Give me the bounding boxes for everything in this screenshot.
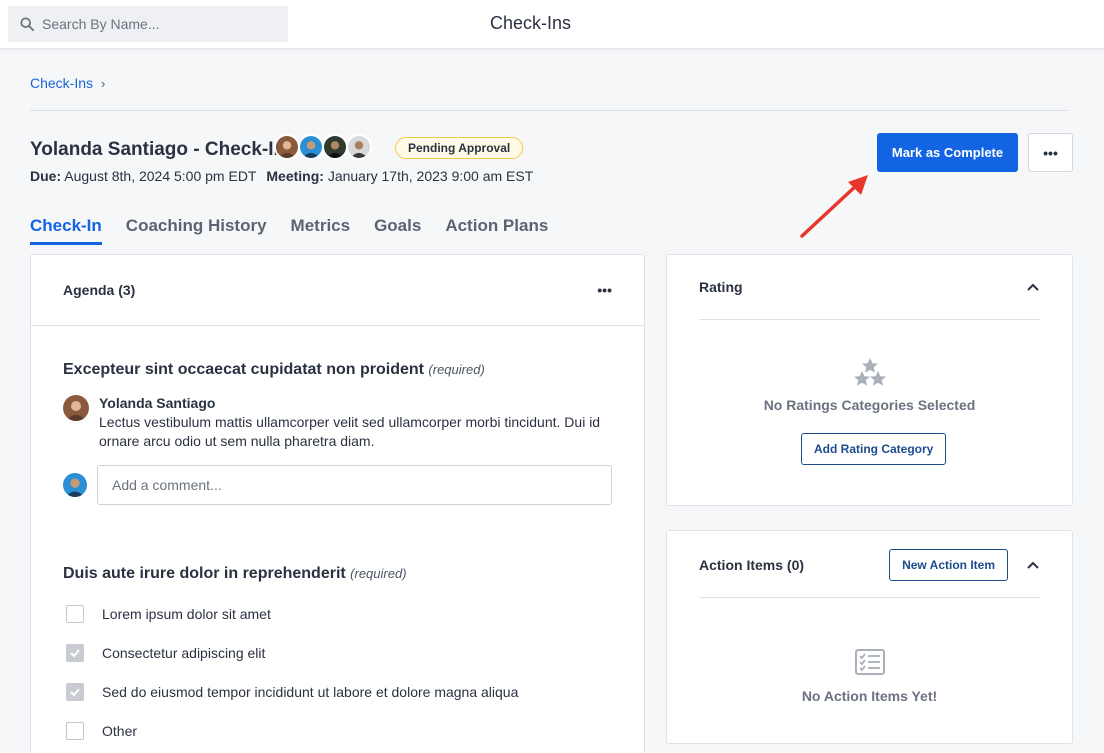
avatar[interactable]: [322, 134, 348, 160]
action-items-controls: New Action Item: [889, 549, 1040, 581]
avatar[interactable]: [346, 134, 372, 160]
comment-text: Lectus vestibulum mattis ullamcorper vel…: [99, 414, 601, 449]
action-items-card: Action Items (0) New Action Item No Acti…: [666, 530, 1073, 744]
divider: [699, 319, 1040, 320]
add-rating-category-button[interactable]: Add Rating Category: [801, 433, 947, 465]
tab-action-plans[interactable]: Action Plans: [445, 216, 548, 245]
question-text: Duis aute irure dolor in reprehenderit: [63, 565, 346, 582]
comment-author: Yolanda Santiago: [99, 395, 216, 411]
breadcrumb-link-check-ins[interactable]: Check-Ins: [30, 75, 93, 91]
required-label: (required): [350, 566, 407, 581]
rating-empty-text: No Ratings Categories Selected: [763, 397, 976, 413]
page-header-title: Check-Ins: [489, 13, 572, 33]
avatar: [63, 395, 89, 421]
stars-icon: [854, 358, 886, 386]
tab-goals[interactable]: Goals: [374, 216, 421, 245]
checkbox-option[interactable]: Other: [66, 722, 137, 740]
annotation-arrow-icon: [800, 175, 868, 238]
action-items-header: Action Items (0) New Action Item: [699, 549, 1040, 581]
checkbox-option[interactable]: Sed do eiusmod tempor incididunt ut labo…: [66, 683, 518, 701]
option-label: Consectetur adipiscing elit: [102, 645, 266, 661]
chevron-up-icon[interactable]: [1026, 280, 1040, 294]
mark-as-complete-button[interactable]: Mark as Complete: [877, 133, 1018, 172]
checkbox-option[interactable]: Consectetur adipiscing elit: [66, 644, 265, 662]
divider: [30, 110, 1067, 111]
tab-check-in[interactable]: Check-In: [30, 216, 102, 245]
checkmark-icon: [70, 649, 80, 658]
question-text: Excepteur sint occaecat cupidatat non pr…: [63, 361, 424, 378]
avatar: [63, 473, 87, 497]
due-label: Due:: [30, 168, 62, 184]
rating-card: Rating No Ratings Categories Selected Ad…: [666, 254, 1073, 506]
option-label: Sed do eiusmod tempor incididunt ut labo…: [102, 684, 519, 700]
avatar[interactable]: [298, 134, 324, 160]
comment: Yolanda Santiago Lectus vestibulum matti…: [63, 395, 603, 451]
meeting-value: January 17th, 2023 9:00 am EST: [327, 168, 534, 184]
status-badge: Pending Approval: [395, 137, 524, 159]
question-title: Duis aute irure dolor in reprehenderit (…: [63, 565, 407, 583]
option-label: Lorem ipsum dolor sit amet: [102, 606, 271, 622]
meeting-label: Meeting:: [266, 168, 324, 184]
checkin-meta: Due: August 8th, 2024 5:00 pm EDT Meetin…: [30, 168, 539, 184]
rating-title: Rating: [699, 279, 743, 295]
add-comment-row: [63, 465, 612, 505]
participant-avatars[interactable]: [274, 134, 372, 160]
checkbox[interactable]: [66, 605, 84, 623]
tab-metrics[interactable]: Metrics: [291, 216, 351, 245]
agenda-more-button[interactable]: •••: [597, 282, 612, 298]
agenda-card: Agenda (3) ••• Excepteur sint occaecat c…: [30, 254, 645, 753]
checkbox[interactable]: [66, 644, 84, 662]
tab-coaching-history[interactable]: Coaching History: [126, 216, 267, 245]
checkbox-option[interactable]: Lorem ipsum dolor sit amet: [66, 605, 271, 623]
action-items-empty-text: No Action Items Yet!: [801, 688, 938, 704]
breadcrumb: Check-Ins ›: [30, 75, 105, 91]
add-comment-input[interactable]: [97, 465, 612, 505]
checklist-icon: [855, 649, 885, 675]
option-label: Other: [102, 723, 138, 739]
checkbox[interactable]: [66, 683, 84, 701]
chevron-right-icon: ›: [101, 75, 106, 91]
top-bar: Check-Ins: [0, 0, 1104, 49]
due-value: August 8th, 2024 5:00 pm EDT: [64, 168, 257, 184]
avatar[interactable]: [274, 134, 300, 160]
rating-header: Rating: [699, 277, 1040, 297]
chevron-up-icon[interactable]: [1026, 558, 1040, 572]
checkbox[interactable]: [66, 722, 84, 740]
agenda-header: Agenda (3) •••: [31, 255, 644, 326]
question-title: Excepteur sint occaecat cupidatat non pr…: [63, 361, 485, 379]
new-action-item-button[interactable]: New Action Item: [889, 549, 1008, 581]
agenda-title: Agenda (3): [63, 282, 136, 298]
checkin-title: Yolanda Santiago - Check-In: [30, 139, 286, 160]
checkmark-icon: [70, 688, 80, 697]
action-items-title: Action Items (0): [699, 557, 805, 573]
divider: [699, 597, 1040, 598]
more-options-button[interactable]: •••: [1028, 133, 1073, 172]
required-label: (required): [428, 362, 485, 377]
tab-bar: Check-In Coaching History Metrics Goals …: [30, 216, 548, 245]
